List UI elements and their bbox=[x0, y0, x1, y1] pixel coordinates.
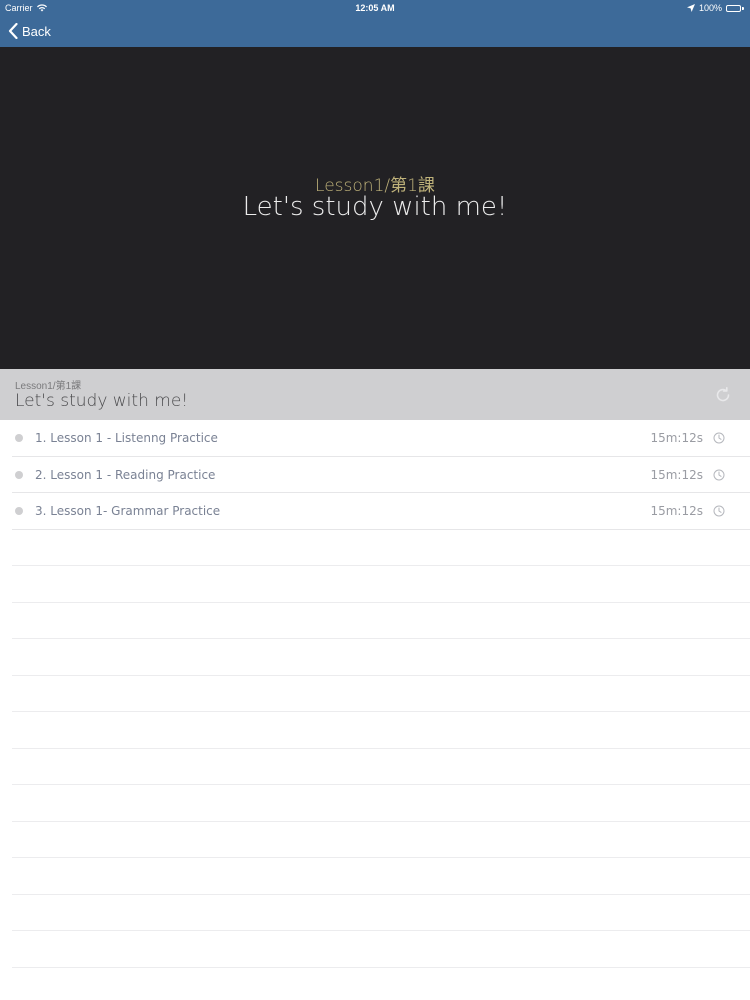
lesson-list: 1. Lesson 1 - Listenng Practice 15m:12s … bbox=[0, 420, 750, 1000]
empty-row bbox=[12, 676, 750, 712]
empty-row bbox=[12, 785, 750, 822]
empty-row bbox=[12, 749, 750, 785]
clock-icon bbox=[713, 432, 725, 444]
video-lesson-title: Let's study with me! bbox=[242, 192, 508, 222]
empty-row bbox=[12, 858, 750, 895]
lesson-row[interactable]: 1. Lesson 1 - Listenng Practice 15m:12s bbox=[12, 420, 750, 457]
lesson-row[interactable]: 3. Lesson 1- Grammar Practice 15m:12s bbox=[12, 493, 750, 530]
empty-row bbox=[12, 566, 750, 603]
chevron-left-icon bbox=[8, 23, 18, 39]
empty-row bbox=[12, 895, 750, 931]
back-label: Back bbox=[22, 23, 51, 39]
bullet-icon bbox=[15, 507, 23, 515]
lesson-label: 1. Lesson 1 - Listenng Practice bbox=[35, 431, 218, 445]
refresh-icon[interactable] bbox=[714, 386, 732, 404]
battery-icon bbox=[726, 4, 744, 12]
back-button[interactable]: Back bbox=[8, 20, 51, 42]
clock-icon bbox=[713, 505, 725, 517]
lesson-duration: 15m:12s bbox=[650, 431, 703, 445]
lesson-duration: 15m:12s bbox=[650, 504, 703, 518]
lesson-header-title: Let's study with me! bbox=[15, 391, 189, 411]
lesson-row[interactable]: 2. Lesson 1 - Reading Practice 15m:12s bbox=[12, 457, 750, 493]
empty-row bbox=[12, 639, 750, 676]
bullet-icon bbox=[15, 434, 23, 442]
status-bar: Carrier 12:05 AM 100% bbox=[0, 0, 750, 16]
lesson-header: Lesson1/第1課 Let's study with me! bbox=[0, 369, 750, 420]
bullet-icon bbox=[15, 470, 23, 479]
lesson-label: 2. Lesson 1 - Reading Practice bbox=[35, 467, 216, 482]
empty-row bbox=[12, 530, 750, 566]
navigation-bar: Carrier 12:05 AM 100% Back bbox=[0, 0, 750, 47]
status-time: 12:05 AM bbox=[355, 3, 395, 13]
status-right: 100% bbox=[686, 3, 744, 13]
lesson-header-subtitle: Lesson1/第1課 bbox=[15, 381, 82, 392]
empty-row bbox=[12, 712, 750, 749]
battery-percent: 100% bbox=[698, 3, 722, 13]
clock-icon bbox=[713, 469, 725, 480]
video-player[interactable]: Lesson1/第1課 Let's study with me! bbox=[0, 47, 750, 369]
lesson-label: 3. Lesson 1- Grammar Practice bbox=[35, 504, 221, 518]
location-arrow-icon bbox=[686, 4, 695, 12]
empty-row bbox=[12, 968, 750, 1000]
empty-row bbox=[12, 931, 750, 968]
empty-row bbox=[12, 603, 750, 639]
lesson-duration: 15m:12s bbox=[650, 467, 703, 482]
empty-row bbox=[12, 822, 750, 858]
